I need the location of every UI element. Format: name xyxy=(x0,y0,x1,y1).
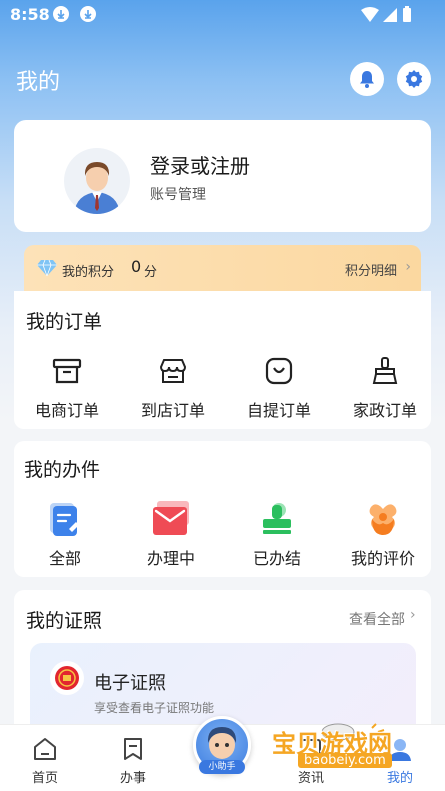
profile-card[interactable]: 登录或注册 账号管理 xyxy=(14,120,431,232)
order-housekeeping-label: 家政订单 xyxy=(352,401,417,420)
avatar[interactable] xyxy=(64,148,130,214)
orders-title: 我的订单 xyxy=(26,311,103,333)
home-icon xyxy=(34,738,56,760)
chevron-right-icon: › xyxy=(410,607,416,623)
nav-home[interactable]: 首页 xyxy=(0,725,90,786)
task-all[interactable]: 全部 xyxy=(12,499,118,569)
settings-button[interactable] xyxy=(397,62,431,96)
stamp-icon xyxy=(263,503,291,534)
nav-home-label: 首页 xyxy=(31,771,58,786)
tasks-card: 我的办件 全部 办理中 已办结 我的评价 xyxy=(14,441,431,577)
gear-icon xyxy=(405,70,423,88)
notification-button[interactable] xyxy=(350,62,384,96)
order-instore[interactable]: 到店订单 xyxy=(120,351,226,421)
points-unit: 分 xyxy=(144,265,158,280)
flower-icon xyxy=(369,504,397,535)
envelope-icon xyxy=(153,501,189,535)
task-completed[interactable]: 已办结 xyxy=(224,499,330,569)
login-register-link[interactable]: 登录或注册 xyxy=(150,150,250,179)
archive-box-icon xyxy=(52,358,82,384)
e-certificate-subtitle: 享受查看电子证照功能 xyxy=(94,701,215,715)
nav-services[interactable]: 办事 xyxy=(88,725,178,786)
chevron-right-icon: › xyxy=(405,259,411,275)
storefront-icon xyxy=(159,359,187,383)
orders-card: 我的订单 电商订单 到店订单 自提订单 家政订单 xyxy=(14,291,431,429)
status-time: 8:58 xyxy=(10,5,50,24)
task-processing[interactable]: 办理中 xyxy=(118,499,224,569)
points-label: 我的积分 xyxy=(62,265,115,280)
diamond-icon xyxy=(37,259,57,277)
status-bar: 8:58 xyxy=(0,0,445,32)
task-completed-label: 已办结 xyxy=(252,549,301,568)
see-all-link[interactable]: 查看全部 xyxy=(349,609,405,629)
task-all-label: 全部 xyxy=(48,549,81,568)
account-management-link[interactable]: 账号管理 xyxy=(150,184,206,204)
task-reviews-label: 我的评价 xyxy=(350,549,415,568)
order-pickup[interactable]: 自提订单 xyxy=(226,351,332,421)
bookmark-icon xyxy=(124,738,142,760)
tasks-title: 我的办件 xyxy=(24,459,101,481)
order-housekeeping[interactable]: 家政订单 xyxy=(332,351,438,421)
certificates-title: 我的证照 xyxy=(26,610,103,632)
order-instore-label: 到店订单 xyxy=(140,401,205,420)
order-ecommerce-label: 电商订单 xyxy=(34,401,99,420)
page-title: 我的 xyxy=(16,70,61,95)
nav-services-label: 办事 xyxy=(119,771,146,786)
points-detail-link[interactable]: 积分明细 xyxy=(345,260,397,279)
assistant-label[interactable]: 小助手 xyxy=(199,760,245,774)
download-icon xyxy=(80,6,96,22)
national-emblem-icon xyxy=(50,661,84,695)
e-certificate-title: 电子证照 xyxy=(94,673,166,694)
broom-icon xyxy=(372,357,398,384)
download-icon xyxy=(53,6,69,22)
bag-icon xyxy=(265,357,293,385)
points-value: 0 xyxy=(131,257,142,276)
bell-icon xyxy=(360,71,374,88)
order-ecommerce[interactable]: 电商订单 xyxy=(14,351,120,421)
user-avatar-icon xyxy=(74,162,120,214)
system-status-icons xyxy=(361,6,411,22)
document-edit-icon xyxy=(50,503,79,536)
order-pickup-label: 自提订单 xyxy=(246,401,311,420)
task-processing-label: 办理中 xyxy=(146,549,195,568)
task-reviews[interactable]: 我的评价 xyxy=(330,499,436,569)
watermark-url: baobeiy.com xyxy=(298,753,392,768)
points-banner: 我的积分 0 分 积分明细 › xyxy=(24,245,421,291)
